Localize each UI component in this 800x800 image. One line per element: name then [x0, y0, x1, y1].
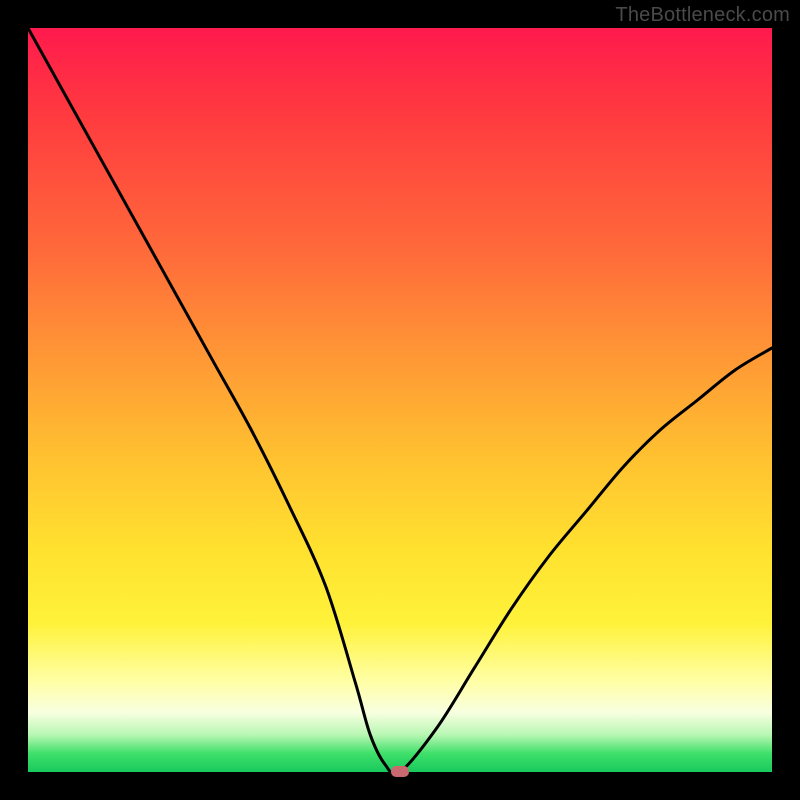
plot-area: [28, 28, 772, 772]
bottleneck-curve: [28, 28, 772, 772]
minimum-marker: [391, 766, 409, 777]
outer-frame: TheBottleneck.com: [0, 0, 800, 800]
watermark-text: TheBottleneck.com: [615, 4, 790, 27]
